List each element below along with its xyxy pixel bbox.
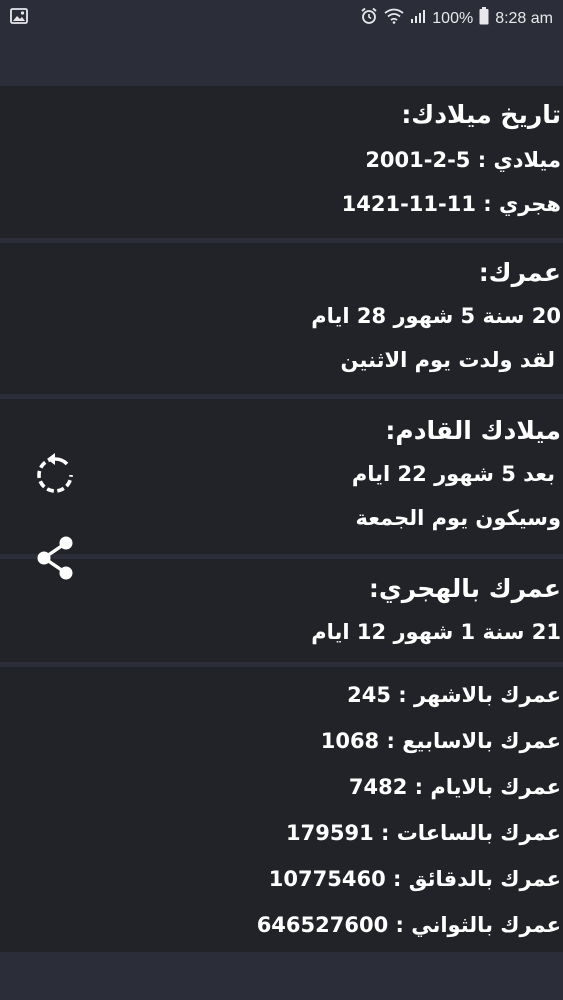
total-row: عمرك بالدقائق : 10775460 <box>0 856 561 902</box>
age-value: 20 سنة 5 شهور 28 ايام <box>311 304 561 328</box>
total-value: 245 <box>347 683 391 707</box>
battery-icon <box>479 7 489 30</box>
age-title: عمرك: <box>478 258 561 287</box>
total-row: عمرك بالاشهر : 245 <box>0 672 561 718</box>
battery-percent: 100% <box>432 9 474 27</box>
app-header <box>0 34 563 86</box>
total-row: عمرك بالايام : 7482 <box>0 764 561 810</box>
hijri-age-value: 21 سنة 1 شهور 12 ايام <box>311 620 561 644</box>
results-panel: تاريخ ميلادك: ميلادي : 2001-2-5 هجري : 1… <box>0 86 563 952</box>
hijri-age-title: عمرك بالهجري: <box>368 574 561 603</box>
born-day: لقد ولدت يوم الاثنين <box>340 348 555 372</box>
next-birthday-title: ميلادك القادم: <box>385 416 561 445</box>
total-label: عمرك بالدقائق : <box>393 867 561 891</box>
total-label: عمرك بالاسابيع : <box>386 729 561 753</box>
total-value: 646527600 <box>256 913 389 937</box>
total-label: عمرك بالايام : <box>414 775 561 799</box>
share-button[interactable] <box>30 533 80 583</box>
divider <box>0 394 563 399</box>
bottom-bar <box>0 952 563 1000</box>
total-value: 179591 <box>286 821 374 845</box>
gregorian-date-row: ميلادي : 2001-2-5 <box>0 138 561 182</box>
total-value: 10775460 <box>268 867 386 891</box>
refresh-button[interactable] <box>30 450 80 500</box>
total-value: 7482 <box>348 775 408 799</box>
hijri-value: 1421-11-11 <box>341 192 476 216</box>
gregorian-label: ميلادي : <box>477 148 561 172</box>
next-birthday-section: ميلادك القادم: بعد 5 شهور 22 ايام وسيكون… <box>0 412 563 540</box>
divider <box>0 662 563 667</box>
next-birthday-day: وسيكون يوم الجمعة <box>355 506 561 530</box>
divider <box>0 238 563 243</box>
alarm-icon <box>360 7 378 30</box>
next-birthday-remaining: بعد 5 شهور 22 ايام <box>351 462 555 486</box>
birth-date-title: تاريخ ميلادك: <box>401 100 561 129</box>
status-bar: 100% 8:28 am <box>0 0 563 34</box>
age-section: عمرك: 20 سنة 5 شهور 28 ايام لقد ولدت يوم… <box>0 254 563 382</box>
totals-section: عمرك بالاشهر : 245 عمرك بالاسابيع : 1068… <box>0 672 563 948</box>
gregorian-value: 2001-2-5 <box>365 148 471 172</box>
total-label: عمرك بالساعات : <box>381 821 561 845</box>
total-value: 1068 <box>320 729 380 753</box>
share-icon <box>37 536 73 580</box>
wifi-icon <box>384 8 404 29</box>
clock-time: 8:28 am <box>495 9 553 27</box>
refresh-icon <box>37 453 73 493</box>
image-icon <box>10 8 28 28</box>
hijri-date-row: هجري : 1421-11-11 <box>0 182 561 226</box>
total-row: عمرك بالاسابيع : 1068 <box>0 718 561 764</box>
hijri-age-section: عمرك بالهجري: 21 سنة 1 شهور 12 ايام <box>0 570 563 654</box>
total-label: عمرك بالثواني : <box>395 913 561 937</box>
birth-date-section: تاريخ ميلادك: ميلادي : 2001-2-5 هجري : 1… <box>0 96 563 226</box>
total-row: عمرك بالثواني : 646527600 <box>0 902 561 948</box>
total-row: عمرك بالساعات : 179591 <box>0 810 561 856</box>
hijri-label: هجري : <box>483 192 561 216</box>
divider <box>0 554 563 559</box>
signal-icon <box>410 8 426 29</box>
total-label: عمرك بالاشهر : <box>398 683 561 707</box>
